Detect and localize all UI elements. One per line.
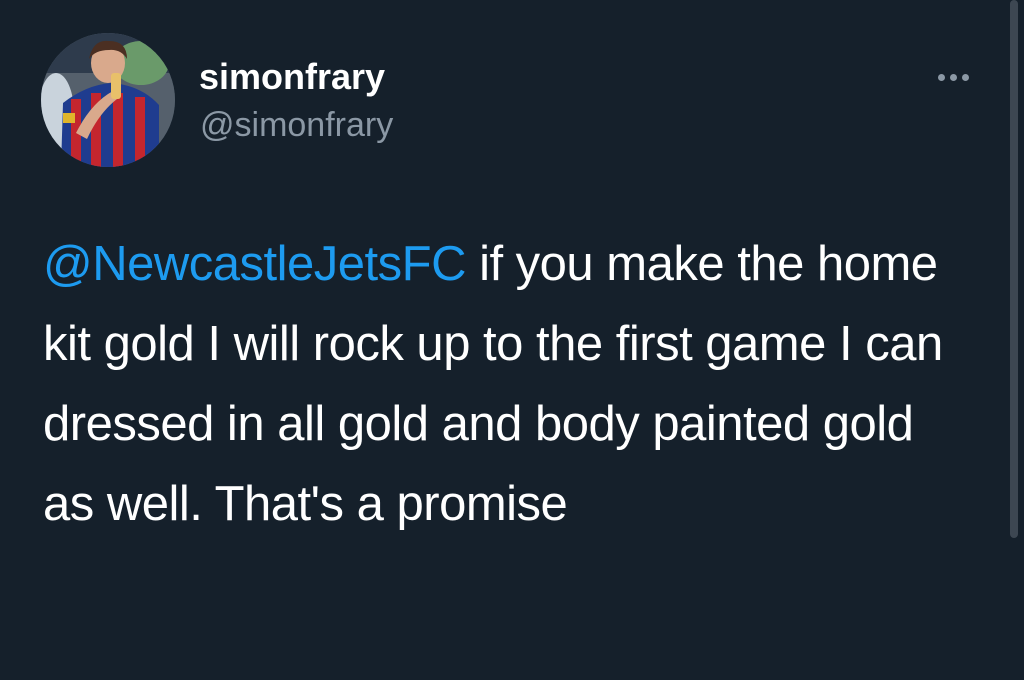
tweet-text: @NewcastleJetsFC if you make the home ki… bbox=[43, 224, 973, 544]
more-horizontal-icon bbox=[961, 73, 969, 81]
scrollbar[interactable] bbox=[1010, 0, 1018, 538]
more-horizontal-icon bbox=[949, 73, 957, 81]
display-name[interactable]: simonfrary bbox=[199, 55, 385, 99]
mention-link[interactable]: @NewcastleJetsFC bbox=[43, 237, 466, 291]
avatar-photo bbox=[41, 33, 175, 167]
user-handle[interactable]: @simonfrary bbox=[200, 104, 393, 146]
avatar[interactable] bbox=[41, 33, 175, 167]
more-horizontal-icon bbox=[937, 73, 945, 81]
more-options-button[interactable] bbox=[928, 60, 978, 94]
tweet-card: simonfrary @simonfrary @NewcastleJetsFC … bbox=[0, 0, 1024, 680]
